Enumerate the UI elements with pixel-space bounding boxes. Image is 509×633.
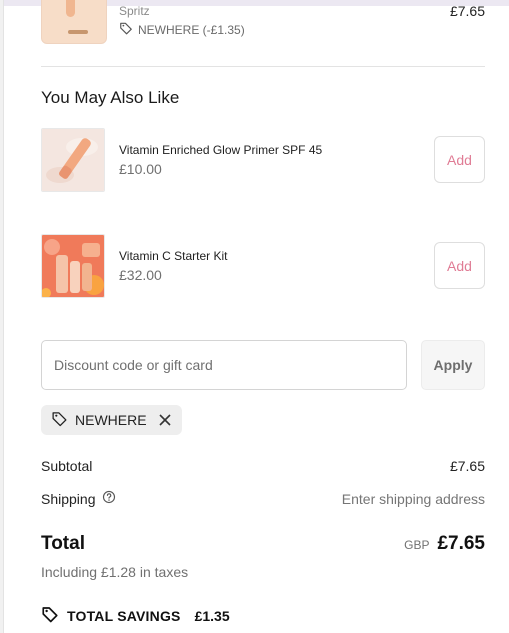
line-item-price: £7.65 [449,3,485,19]
subtotal-label: Subtotal [41,458,93,474]
shipping-row: Shipping Enter shipping address [41,490,485,507]
question-circle-icon[interactable] [102,490,116,507]
shipping-value: Enter shipping address [341,490,485,507]
savings-value: £1.35 [194,607,230,624]
tag-icon [119,21,133,38]
apply-button[interactable]: Apply [421,340,485,390]
tag-icon [51,410,68,430]
savings-tag-icon [41,605,59,626]
recommendations-title: You May Also Like [41,88,180,107]
total-amount: GBP £7.65 [404,533,485,555]
discount-code-input[interactable] [41,340,407,390]
applied-discount-code: NEWHERE [75,412,147,428]
add-button[interactable]: Add [434,242,485,289]
line-item-discount: NEWHERE (-£1.35) [119,21,245,38]
total-value: £7.65 [437,533,485,554]
recommendation-item: Vitamin Enriched Glow Primer SPF 45 £10.… [41,128,485,192]
recommendation-price: £32.00 [119,267,162,283]
savings-label: TOTAL SAVINGS [67,607,181,624]
recommendation-name[interactable]: Vitamin Enriched Glow Primer SPF 45 [119,143,322,157]
divider [41,66,485,67]
total-label: Total [41,533,85,554]
subtotal-value: £7.65 [449,458,485,474]
taxes-note: Including £1.28 in taxes [41,564,189,580]
currency-code: GBP [404,538,430,552]
left-edge [0,0,4,633]
line-item-variant: Spritz [119,4,150,18]
applied-discount-chip: NEWHERE [41,405,182,435]
product-image[interactable] [41,234,105,298]
product-image[interactable] [41,128,105,192]
add-button[interactable]: Add [434,136,485,183]
line-item-discount-text: NEWHERE (-£1.35) [138,22,245,37]
close-icon[interactable] [158,413,172,427]
shipping-label-group: Shipping [41,490,116,507]
total-savings: TOTAL SAVINGS £1.35 [41,605,230,626]
shipping-label: Shipping [41,490,96,507]
recommendation-price: £10.00 [119,161,162,177]
line-item-thumbnail [41,0,107,44]
subtotal-row: Subtotal £7.65 [41,458,485,474]
recommendation-name[interactable]: Vitamin C Starter Kit [119,249,227,263]
recommendation-item: Vitamin C Starter Kit £32.00 Add [41,234,485,298]
